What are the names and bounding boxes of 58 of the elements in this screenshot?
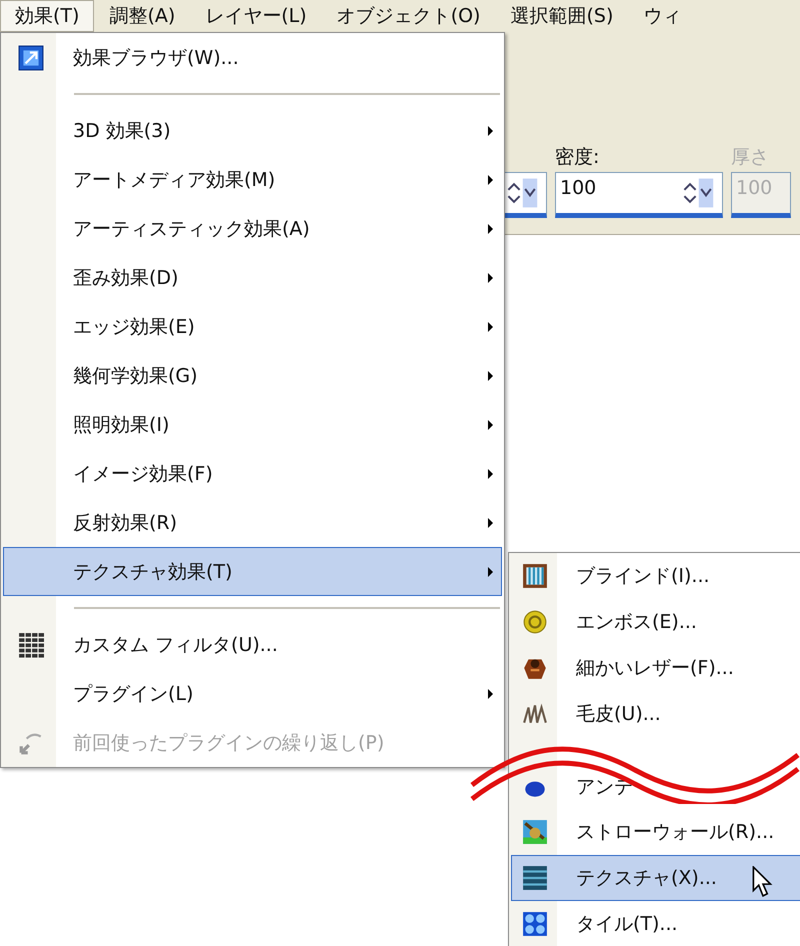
menu-item[interactable]: カスタム フィルタ(U)... xyxy=(3,620,502,669)
menu-item[interactable]: プラグイン(L) xyxy=(3,669,502,718)
menu-item-label: アートメディア効果(M) xyxy=(72,168,276,192)
menu-item[interactable]: タイル(T)... xyxy=(511,901,800,946)
menu-item[interactable]: ストローウォール(R)... xyxy=(511,809,800,855)
menu-item[interactable]: アーティスティック効果(A) xyxy=(3,204,502,253)
menu-item-label: アーティスティック効果(A) xyxy=(72,216,310,242)
menu-item-label: 毛皮(U)... xyxy=(575,702,661,727)
menu-bar-item[interactable]: 調整(A) xyxy=(94,0,190,32)
menu-item-label: 効果ブラウザ(W)... xyxy=(72,46,239,70)
menu-item[interactable]: 照明効果(I) xyxy=(3,400,502,449)
menu-item-label: テクスチャ効果(T) xyxy=(72,560,232,584)
menu-item[interactable]: テクスチャ(X)... xyxy=(511,855,800,901)
field-label: 厚さ xyxy=(731,145,770,170)
effects-browser-icon xyxy=(18,44,44,70)
blinds-icon xyxy=(522,563,548,589)
menu-item[interactable]: エンボス(E)... xyxy=(511,599,800,645)
menu-item-label: ストローウォール(R)... xyxy=(575,820,774,845)
number-field[interactable]: 100 xyxy=(555,172,723,218)
menu-item-label: エッジ効果(E) xyxy=(72,314,195,340)
menu-item[interactable]: 歪み効果(D) xyxy=(3,253,502,302)
menu-bar-item[interactable]: 効果(T) xyxy=(0,0,94,32)
emboss-icon xyxy=(522,609,548,635)
menu-item[interactable]: イメージ効果(F) xyxy=(3,449,502,498)
menu-item[interactable]: ブラインド(I)... xyxy=(511,553,800,599)
menu-item-label: 前回使ったプラグインの繰り返し(P) xyxy=(72,730,384,756)
straw-icon xyxy=(522,819,548,845)
menu-item-label: 照明効果(I) xyxy=(72,412,170,438)
menu-bar-item[interactable]: ウィ xyxy=(628,0,696,32)
menu-bar-item[interactable]: オブジェクト(O) xyxy=(322,0,496,32)
menu-item-label: テクスチャ(X)... xyxy=(575,866,717,891)
menu-item[interactable]: アートメディア効果(M) xyxy=(3,155,502,204)
menu-item-label: プラグイン(L) xyxy=(72,682,194,706)
menu-bar-item[interactable]: 選択範囲(S) xyxy=(495,0,628,32)
menu-item-label: 幾何学効果(G) xyxy=(72,364,198,388)
tile-icon xyxy=(522,911,548,937)
menu-item-label: 反射効果(R) xyxy=(72,510,178,536)
menu-item-label: ブラインド(I)... xyxy=(575,564,710,589)
mouse-cursor-icon xyxy=(752,866,774,898)
menu-item[interactable]: エッジ効果(E) xyxy=(3,302,502,351)
menu-item-label: 3D 効果(3) xyxy=(72,118,171,144)
menu-item[interactable]: 反射効果(R) xyxy=(3,498,502,547)
menu-item-label: エンボス(E)... xyxy=(575,610,697,635)
menu-item-label: 歪み効果(D) xyxy=(72,266,178,290)
field-label: 密度: xyxy=(555,145,600,170)
texture-icon xyxy=(522,865,548,891)
menu-item-label: カスタム フィルタ(U)... xyxy=(72,632,278,658)
menu-item[interactable]: テクスチャ効果(T) xyxy=(3,547,502,596)
menu-item[interactable]: 幾何学効果(G) xyxy=(3,351,502,400)
grid-icon xyxy=(18,632,44,658)
menu-item-label: イメージ効果(F) xyxy=(72,462,213,486)
menu-item[interactable]: 毛皮(U)... xyxy=(511,691,800,737)
menu-item[interactable]: 効果ブラウザ(W)... xyxy=(3,33,502,82)
menu-item[interactable]: 細かいレザー(F)... xyxy=(511,645,800,691)
menu-item[interactable]: 3D 効果(3) xyxy=(3,106,502,155)
menu-bar-item[interactable]: レイヤー(L) xyxy=(190,0,322,32)
menu-item-label: タイル(T)... xyxy=(575,912,678,937)
menu-item-label: 細かいレザー(F)... xyxy=(575,656,734,681)
